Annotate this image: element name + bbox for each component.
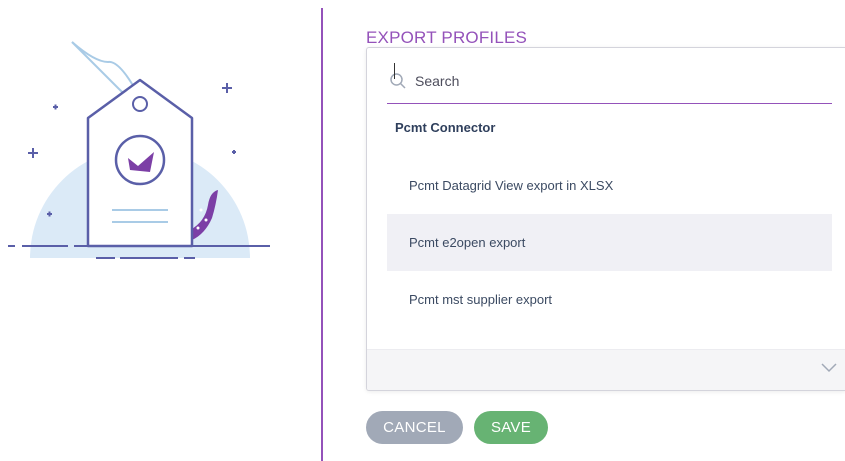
tag-hole <box>132 96 148 112</box>
vertical-divider <box>321 8 323 461</box>
dropdown-footer <box>367 349 845 390</box>
option-label: Pcmt mst supplier export <box>409 292 553 307</box>
export-profile-dropdown[interactable]: Pcmt Connector Pcmt Datagrid View export… <box>366 47 845 391</box>
save-button[interactable]: SAVE <box>474 411 548 444</box>
section-title: EXPORT PROFILES <box>366 28 528 47</box>
tag-illustration <box>0 0 300 300</box>
option-e2open-export[interactable]: Pcmt e2open export <box>387 214 832 271</box>
tag-illustration-svg <box>8 41 270 259</box>
option-label: Pcmt e2open export <box>409 235 526 250</box>
option-group-label: Pcmt Connector <box>395 120 496 135</box>
search-input[interactable] <box>413 71 817 90</box>
option-datagrid-xlsx[interactable]: Pcmt Datagrid View export in XLSX <box>387 157 832 214</box>
option-mst-supplier-export[interactable]: Pcmt mst supplier export <box>387 271 832 328</box>
option-label: Pcmt Datagrid View export in XLSX <box>409 178 614 193</box>
search-row[interactable] <box>387 58 832 104</box>
search-icon <box>390 72 406 89</box>
cancel-button[interactable]: CANCEL <box>366 411 463 444</box>
chevron-down-icon[interactable] <box>820 362 838 374</box>
text-caret <box>394 63 395 79</box>
brand-logo-circle <box>114 134 166 186</box>
